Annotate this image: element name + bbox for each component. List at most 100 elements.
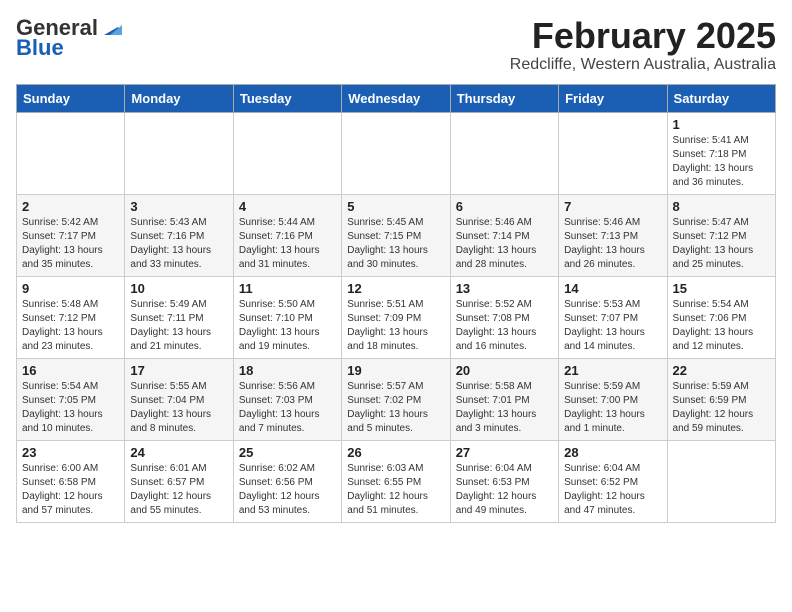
day-number: 28	[564, 445, 661, 460]
day-info: Sunrise: 5:54 AM Sunset: 7:05 PM Dayligh…	[22, 380, 119, 436]
calendar-cell: 24 Sunrise: 6:01 AM Sunset: 6:57 PM Dayli…	[125, 440, 233, 522]
day-number: 17	[130, 363, 227, 378]
calendar-cell: 6 Sunrise: 5:46 AM Sunset: 7:14 PM Daylig…	[450, 194, 558, 276]
day-info: Sunrise: 5:55 AM Sunset: 7:04 PM Dayligh…	[130, 380, 227, 436]
weekday-header-row: SundayMondayTuesdayWednesdayThursdayFrid…	[17, 84, 776, 112]
day-number: 14	[564, 281, 661, 296]
calendar-cell	[233, 112, 341, 194]
title-block: February 2025 Redcliffe, Western Austral…	[510, 16, 776, 74]
weekday-tuesday: Tuesday	[233, 84, 341, 112]
weekday-wednesday: Wednesday	[342, 84, 450, 112]
day-info: Sunrise: 5:47 AM Sunset: 7:12 PM Dayligh…	[673, 216, 770, 272]
calendar-cell	[17, 112, 125, 194]
logo-blue-text: Blue	[16, 36, 64, 60]
week-row-5: 23 Sunrise: 6:00 AM Sunset: 6:58 PM Dayli…	[17, 440, 776, 522]
day-number: 27	[456, 445, 553, 460]
day-number: 4	[239, 199, 336, 214]
day-info: Sunrise: 5:59 AM Sunset: 6:59 PM Dayligh…	[673, 380, 770, 436]
day-info: Sunrise: 5:56 AM Sunset: 7:03 PM Dayligh…	[239, 380, 336, 436]
day-info: Sunrise: 5:45 AM Sunset: 7:15 PM Dayligh…	[347, 216, 444, 272]
day-number: 26	[347, 445, 444, 460]
day-info: Sunrise: 6:04 AM Sunset: 6:52 PM Dayligh…	[564, 462, 661, 518]
calendar-cell: 26 Sunrise: 6:03 AM Sunset: 6:55 PM Dayli…	[342, 440, 450, 522]
day-number: 3	[130, 199, 227, 214]
weekday-saturday: Saturday	[667, 84, 775, 112]
calendar-cell: 3 Sunrise: 5:43 AM Sunset: 7:16 PM Daylig…	[125, 194, 233, 276]
day-info: Sunrise: 5:46 AM Sunset: 7:14 PM Dayligh…	[456, 216, 553, 272]
calendar-cell: 5 Sunrise: 5:45 AM Sunset: 7:15 PM Daylig…	[342, 194, 450, 276]
day-number: 7	[564, 199, 661, 214]
calendar-cell: 21 Sunrise: 5:59 AM Sunset: 7:00 PM Dayli…	[559, 358, 667, 440]
day-info: Sunrise: 5:42 AM Sunset: 7:17 PM Dayligh…	[22, 216, 119, 272]
logo-icon	[100, 17, 122, 39]
weekday-sunday: Sunday	[17, 84, 125, 112]
day-number: 21	[564, 363, 661, 378]
day-info: Sunrise: 6:01 AM Sunset: 6:57 PM Dayligh…	[130, 462, 227, 518]
day-info: Sunrise: 6:02 AM Sunset: 6:56 PM Dayligh…	[239, 462, 336, 518]
calendar-title: February 2025	[510, 16, 776, 56]
calendar-cell: 19Sunrise: 5:57 AM Sunset: 7:02 PM Dayli…	[342, 358, 450, 440]
weekday-monday: Monday	[125, 84, 233, 112]
day-info: Sunrise: 6:00 AM Sunset: 6:58 PM Dayligh…	[22, 462, 119, 518]
day-number: 11	[239, 281, 336, 296]
day-info: Sunrise: 6:04 AM Sunset: 6:53 PM Dayligh…	[456, 462, 553, 518]
day-info: Sunrise: 5:51 AM Sunset: 7:09 PM Dayligh…	[347, 298, 444, 354]
day-number: 19	[347, 363, 444, 378]
week-row-2: 2 Sunrise: 5:42 AM Sunset: 7:17 PM Daylig…	[17, 194, 776, 276]
calendar-cell: 1Sunrise: 5:41 AM Sunset: 7:18 PM Daylig…	[667, 112, 775, 194]
day-number: 15	[673, 281, 770, 296]
day-number: 2	[22, 199, 119, 214]
weekday-thursday: Thursday	[450, 84, 558, 112]
page-header: General Blue February 2025 Redcliffe, We…	[16, 16, 776, 74]
day-number: 16	[22, 363, 119, 378]
calendar-cell: 7 Sunrise: 5:46 AM Sunset: 7:13 PM Daylig…	[559, 194, 667, 276]
day-info: Sunrise: 5:43 AM Sunset: 7:16 PM Dayligh…	[130, 216, 227, 272]
day-number: 24	[130, 445, 227, 460]
day-info: Sunrise: 5:44 AM Sunset: 7:16 PM Dayligh…	[239, 216, 336, 272]
calendar-cell: 22 Sunrise: 5:59 AM Sunset: 6:59 PM Dayli…	[667, 358, 775, 440]
calendar-cell: 12 Sunrise: 5:51 AM Sunset: 7:09 PM Dayli…	[342, 276, 450, 358]
day-number: 20	[456, 363, 553, 378]
calendar-subtitle: Redcliffe, Western Australia, Australia	[510, 56, 776, 74]
calendar-cell	[125, 112, 233, 194]
calendar-cell: 8 Sunrise: 5:47 AM Sunset: 7:12 PM Daylig…	[667, 194, 775, 276]
day-info: Sunrise: 5:58 AM Sunset: 7:01 PM Dayligh…	[456, 380, 553, 436]
calendar-cell: 9Sunrise: 5:48 AM Sunset: 7:12 PM Daylig…	[17, 276, 125, 358]
calendar-cell	[667, 440, 775, 522]
calendar-cell: 18 Sunrise: 5:56 AM Sunset: 7:03 PM Dayli…	[233, 358, 341, 440]
day-number: 10	[130, 281, 227, 296]
day-info: Sunrise: 5:53 AM Sunset: 7:07 PM Dayligh…	[564, 298, 661, 354]
week-row-1: 1Sunrise: 5:41 AM Sunset: 7:18 PM Daylig…	[17, 112, 776, 194]
day-number: 22	[673, 363, 770, 378]
calendar-cell: 2 Sunrise: 5:42 AM Sunset: 7:17 PM Daylig…	[17, 194, 125, 276]
calendar-cell: 17 Sunrise: 5:55 AM Sunset: 7:04 PM Dayli…	[125, 358, 233, 440]
day-info: Sunrise: 5:46 AM Sunset: 7:13 PM Dayligh…	[564, 216, 661, 272]
calendar-cell: 4 Sunrise: 5:44 AM Sunset: 7:16 PM Daylig…	[233, 194, 341, 276]
logo: General Blue	[16, 16, 122, 60]
day-number: 13	[456, 281, 553, 296]
week-row-4: 16 Sunrise: 5:54 AM Sunset: 7:05 PM Dayli…	[17, 358, 776, 440]
day-number: 5	[347, 199, 444, 214]
calendar-cell: 16 Sunrise: 5:54 AM Sunset: 7:05 PM Dayli…	[17, 358, 125, 440]
day-info: Sunrise: 5:48 AM Sunset: 7:12 PM Dayligh…	[22, 298, 119, 354]
day-number: 6	[456, 199, 553, 214]
calendar-table: SundayMondayTuesdayWednesdayThursdayFrid…	[16, 84, 776, 523]
calendar-cell	[342, 112, 450, 194]
day-number: 8	[673, 199, 770, 214]
day-number: 25	[239, 445, 336, 460]
calendar-cell: 25 Sunrise: 6:02 AM Sunset: 6:56 PM Dayli…	[233, 440, 341, 522]
day-number: 12	[347, 281, 444, 296]
calendar-cell: 15 Sunrise: 5:54 AM Sunset: 7:06 PM Dayli…	[667, 276, 775, 358]
week-row-3: 9Sunrise: 5:48 AM Sunset: 7:12 PM Daylig…	[17, 276, 776, 358]
calendar-cell: 20 Sunrise: 5:58 AM Sunset: 7:01 PM Dayli…	[450, 358, 558, 440]
day-info: Sunrise: 5:59 AM Sunset: 7:00 PM Dayligh…	[564, 380, 661, 436]
day-info: Sunrise: 6:03 AM Sunset: 6:55 PM Dayligh…	[347, 462, 444, 518]
day-number: 23	[22, 445, 119, 460]
day-info: Sunrise: 5:54 AM Sunset: 7:06 PM Dayligh…	[673, 298, 770, 354]
day-number: 18	[239, 363, 336, 378]
calendar-cell: 23 Sunrise: 6:00 AM Sunset: 6:58 PM Dayli…	[17, 440, 125, 522]
calendar-cell: 27 Sunrise: 6:04 AM Sunset: 6:53 PM Dayli…	[450, 440, 558, 522]
day-info: Sunrise: 5:49 AM Sunset: 7:11 PM Dayligh…	[130, 298, 227, 354]
calendar-cell	[559, 112, 667, 194]
day-info: Sunrise: 5:52 AM Sunset: 7:08 PM Dayligh…	[456, 298, 553, 354]
